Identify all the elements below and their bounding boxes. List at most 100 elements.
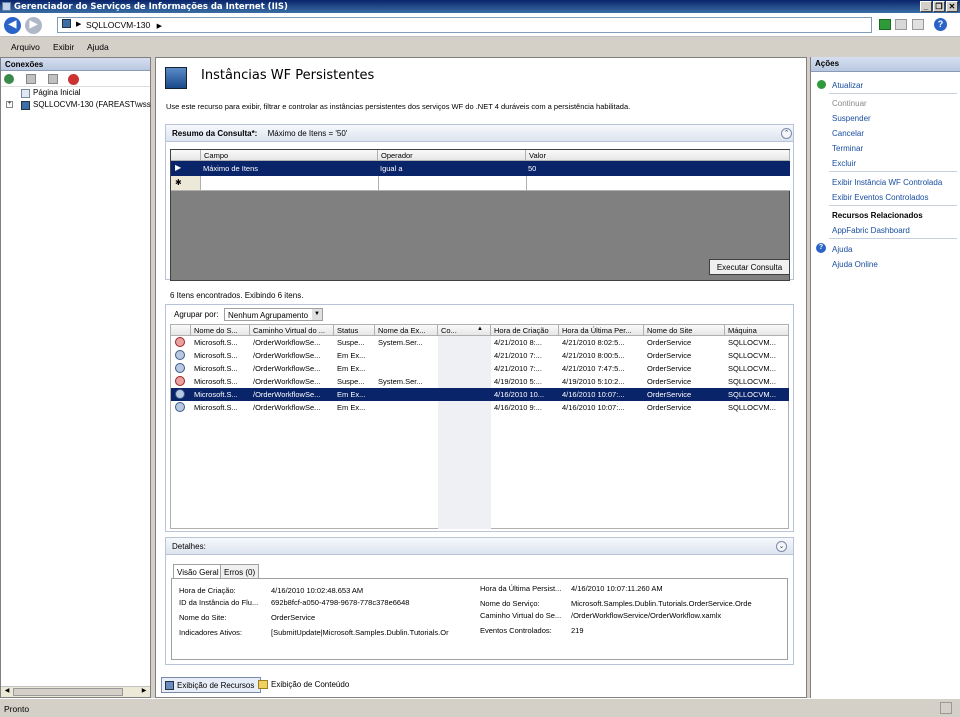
action-cancel[interactable]: Cancelar — [832, 129, 864, 138]
col-header[interactable]: Nome do Site — [644, 325, 725, 336]
breadcrumb-server[interactable]: SQLLOCVM-130 — [86, 20, 150, 30]
table-row[interactable]: Microsoft.S... /OrderWorkflowSe... Suspe..… — [171, 336, 789, 349]
query-col-value[interactable]: Valor — [526, 150, 790, 161]
content-view-label: Exibição de Conteúdo — [271, 680, 350, 689]
save-icon[interactable] — [26, 74, 36, 84]
query-value-value[interactable]: 50 — [526, 164, 536, 173]
table-row[interactable]: Microsoft.S... /OrderWorkflowSe... Em Ex..… — [171, 388, 789, 401]
table-cell: OrderService — [647, 377, 692, 386]
running-instance-icon — [175, 363, 185, 373]
collapse-query-icon[interactable]: ⌃ — [781, 128, 792, 139]
refresh-action-icon — [817, 80, 826, 89]
forward-arrow-icon[interactable]: ▶ — [25, 17, 42, 34]
action-terminate[interactable]: Terminar — [832, 144, 863, 153]
tab-visao-geral[interactable]: Visão Geral — [173, 564, 223, 579]
menu-arquivo[interactable]: Arquivo — [11, 42, 40, 52]
action-help[interactable]: Ajuda — [832, 245, 852, 254]
group-by-label: Agrupar por: — [174, 310, 219, 319]
query-col-field[interactable]: Campo — [201, 150, 378, 161]
group-by-select[interactable]: Nenhum Agrupamento ▼ — [224, 308, 323, 321]
col-header[interactable]: Caminho Virtual do ... — [250, 325, 334, 336]
action-help-online[interactable]: Ajuda Online — [832, 260, 878, 269]
breadcrumb-separator-end[interactable]: ▶ — [157, 23, 162, 30]
table-cell: SQLLOCVM... — [728, 351, 776, 360]
table-cell: Em Ex... — [337, 364, 366, 373]
execute-query-button[interactable]: Executar Consulta — [709, 259, 790, 275]
address-path[interactable]: ▶ SQLLOCVM-130 ▶ — [57, 17, 872, 33]
breadcrumb-separator: ▶ — [76, 21, 82, 28]
close-button[interactable]: ✕ — [946, 1, 958, 12]
iis-app-icon — [2, 2, 11, 11]
col-header[interactable]: Status — [334, 325, 375, 336]
instances-grid: Nome do S... Caminho Virtual do ... Status… — [170, 324, 789, 529]
scroll-thumb[interactable] — [13, 688, 123, 696]
detail-key: Indicadores Ativos: — [179, 628, 242, 637]
tree-item-server[interactable]: + SQLLOCVM-130 (FAREAST\wssbu — [1, 99, 151, 111]
tab-resource-view[interactable]: Exibição de Recursos — [161, 677, 261, 693]
query-operator-value[interactable]: Igual a — [378, 164, 403, 173]
details-title: Detalhes: — [166, 538, 793, 555]
table-cell: 4/16/2010 10:07:... — [562, 390, 625, 399]
dropdown-arrow-icon[interactable]: ▼ — [312, 309, 322, 320]
table-cell: SQLLOCVM... — [728, 338, 776, 347]
connect-icon[interactable] — [4, 74, 14, 84]
detail-key: ID da Instância do Flu... — [179, 598, 259, 607]
table-cell: /OrderWorkflowSe... — [253, 390, 321, 399]
menu-ajuda[interactable]: Ajuda — [87, 42, 109, 52]
tab-content-view[interactable]: Exibição de Conteúdo — [258, 680, 349, 689]
action-appfabric-dashboard[interactable]: AppFabric Dashboard — [832, 226, 910, 235]
minimize-button[interactable]: _ — [920, 1, 932, 12]
col-header[interactable]: Máquina — [725, 325, 789, 336]
collapse-details-icon[interactable]: ⌄ — [776, 541, 787, 552]
action-refresh[interactable]: Atualizar — [832, 81, 863, 90]
table-cell: 4/21/2010 7:47:5... — [562, 364, 625, 373]
horizontal-scrollbar[interactable]: ◀ ▶ — [1, 686, 150, 697]
delete-connection-icon[interactable] — [68, 74, 79, 85]
detail-value: 4/16/2010 10:07:11.260 AM — [571, 584, 663, 593]
table-cell: 4/16/2010 10:07:... — [562, 403, 625, 412]
home-icon[interactable] — [912, 19, 924, 30]
refresh-icon[interactable] — [879, 19, 891, 30]
table-row[interactable]: Microsoft.S... /OrderWorkflowSe... Em Ex..… — [171, 401, 789, 414]
table-cell: 4/21/2010 8:02:5... — [562, 338, 625, 347]
col-header[interactable]: Hora de Criação — [491, 325, 559, 336]
action-view-instance[interactable]: Exibir Instância WF Controlada — [832, 178, 942, 187]
action-delete[interactable]: Excluir — [832, 159, 856, 168]
help-icon[interactable]: ? — [934, 18, 947, 31]
table-cell: 4/21/2010 7:... — [494, 351, 542, 360]
table-row[interactable]: Microsoft.S... /OrderWorkflowSe... Em Ex..… — [171, 349, 789, 362]
col-header[interactable]: Hora da Última Per... — [559, 325, 644, 336]
menu-exibir[interactable]: Exibir — [53, 42, 74, 52]
suspended-instance-icon — [175, 376, 185, 386]
table-cell: OrderService — [647, 338, 692, 347]
action-suspend[interactable]: Suspender — [832, 114, 871, 123]
query-col-operator[interactable]: Operador — [378, 150, 526, 161]
table-row[interactable]: Microsoft.S... /OrderWorkflowSe... Suspe..… — [171, 375, 789, 388]
wf-instances-icon — [165, 67, 187, 89]
table-cell: SQLLOCVM... — [728, 364, 776, 373]
table-cell: /OrderWorkflowSe... — [253, 364, 321, 373]
action-view-events[interactable]: Exibir Eventos Controlados — [832, 193, 929, 202]
restore-button[interactable]: ❐ — [933, 1, 945, 12]
detail-key: Hora da Última Persist... — [480, 584, 562, 593]
tree-item-home[interactable]: Página Inicial — [1, 87, 150, 99]
overview-content: Hora de Criação: 4/16/2010 10:02:48.653 A… — [171, 578, 788, 660]
actions-header: Ações — [811, 57, 960, 72]
up-icon[interactable] — [48, 74, 58, 84]
scroll-right-icon[interactable]: ▶ — [139, 687, 149, 697]
tab-erros[interactable]: Erros (0) — [220, 564, 260, 578]
table-cell: Suspe... — [337, 338, 365, 347]
query-new-row[interactable]: ✱ — [171, 176, 790, 191]
query-field-value[interactable]: Máximo de Itens — [201, 164, 258, 173]
scroll-left-icon[interactable]: ◀ — [2, 687, 12, 697]
query-row[interactable]: ▶ Máximo de Itens Igual a 50 — [171, 161, 790, 176]
col-header[interactable]: Nome do S... — [191, 325, 250, 336]
table-row[interactable]: Microsoft.S... /OrderWorkflowSe... Em Ex..… — [171, 362, 789, 375]
stop-icon[interactable] — [895, 19, 907, 30]
expand-icon[interactable]: + — [6, 101, 13, 108]
table-cell: Microsoft.S... — [194, 377, 238, 386]
table-cell: Em Ex... — [337, 403, 366, 412]
back-arrow-icon[interactable]: ◀ — [4, 17, 21, 34]
col-header[interactable]: Co... — [438, 325, 491, 336]
col-header[interactable]: Nome da Ex... — [375, 325, 438, 336]
